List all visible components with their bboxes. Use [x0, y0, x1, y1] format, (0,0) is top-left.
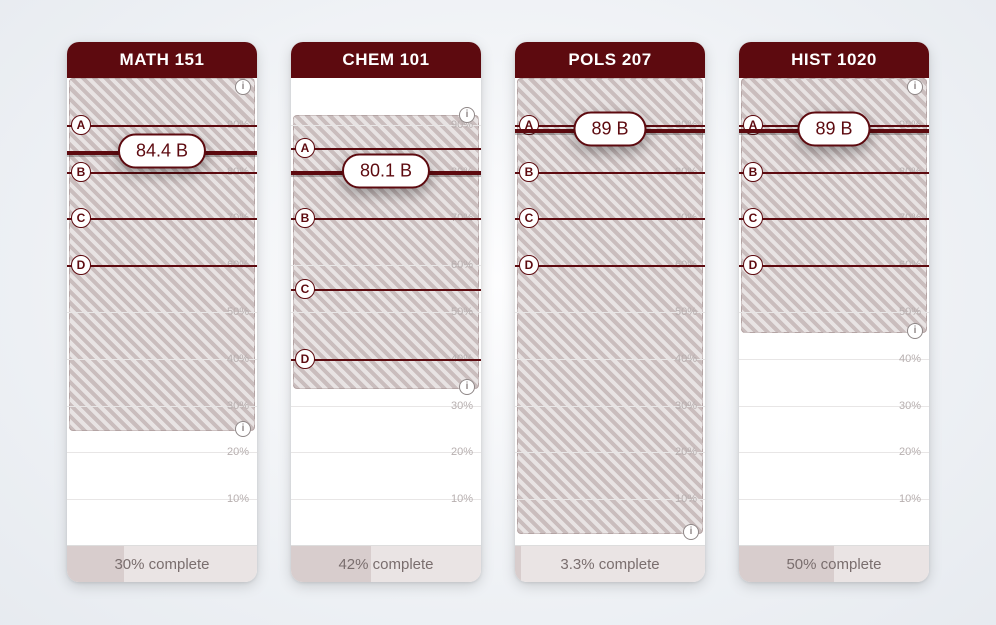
grade-cutoff-line: [515, 218, 705, 220]
grade-cutoff-badge[interactable]: C: [295, 279, 315, 299]
grade-scale: 90%80%70%60%50%40%30%20%10%ABCDii84.4 B: [67, 78, 257, 545]
grade-cutoff-badge[interactable]: D: [743, 255, 763, 275]
gridline-label: 40%: [899, 353, 921, 365]
gridline-label: 40%: [227, 353, 249, 365]
grade-cutoff-badge[interactable]: B: [743, 162, 763, 182]
course-title: CHEM 101: [291, 42, 481, 78]
gridline-label: 20%: [899, 446, 921, 458]
gridline-label: 20%: [451, 446, 473, 458]
grade-scale: 90%80%70%60%50%40%30%20%10%ABCDii80.1 B: [291, 78, 481, 545]
current-grade-pill[interactable]: 84.4 B: [118, 134, 206, 169]
possible-range-band: [69, 78, 255, 431]
grade-cutoff-badge[interactable]: D: [71, 255, 91, 275]
course-card[interactable]: CHEM 10190%80%70%60%50%40%30%20%10%ABCDi…: [291, 42, 481, 582]
grade-cutoff-badge[interactable]: D: [519, 255, 539, 275]
grade-cutoff-line: [739, 218, 929, 220]
grade-cutoff-line: [515, 265, 705, 267]
course-card[interactable]: POLS 20790%80%70%60%50%40%30%20%10%ABCDi…: [515, 42, 705, 582]
gridline-label: 40%: [675, 353, 697, 365]
grade-cutoff-line: [291, 289, 481, 291]
grade-cutoff-badge[interactable]: D: [295, 349, 315, 369]
gridline-label: 50%: [675, 306, 697, 318]
grade-cutoff-line: [291, 218, 481, 220]
gridline-label: 10%: [675, 493, 697, 505]
current-grade-pill[interactable]: 89 B: [797, 112, 870, 147]
gridline-label: 30%: [451, 400, 473, 412]
info-icon[interactable]: i: [235, 79, 251, 95]
grade-scale: 90%80%70%60%50%40%30%20%10%ABCDii89 B: [739, 78, 929, 545]
course-card[interactable]: MATH 15190%80%70%60%50%40%30%20%10%ABCDi…: [67, 42, 257, 582]
gridline-label: 30%: [675, 400, 697, 412]
course-cards-row: MATH 15190%80%70%60%50%40%30%20%10%ABCDi…: [0, 0, 996, 582]
gridline-label: 20%: [227, 446, 249, 458]
grade-cutoff-line: [291, 359, 481, 361]
grade-cutoff-badge[interactable]: C: [71, 208, 91, 228]
gridline-label: 50%: [451, 306, 473, 318]
grade-cutoff-badge[interactable]: C: [519, 208, 539, 228]
grade-scale: 90%80%70%60%50%40%30%20%10%ABCDi89 B: [515, 78, 705, 545]
grade-cutoff-line: [515, 172, 705, 174]
gridline-label: 10%: [899, 493, 921, 505]
completion-label: 42% complete: [291, 546, 481, 582]
current-grade-pill[interactable]: 89 B: [573, 112, 646, 147]
grade-cutoff-badge[interactable]: B: [295, 208, 315, 228]
course-title: MATH 151: [67, 42, 257, 78]
course-title: POLS 207: [515, 42, 705, 78]
completion-bar[interactable]: 42% complete: [291, 545, 481, 582]
gridline-label: 30%: [899, 400, 921, 412]
gridline-label: 50%: [899, 306, 921, 318]
grade-cutoff-line: [67, 218, 257, 220]
course-card[interactable]: HIST 102090%80%70%60%50%40%30%20%10%ABCD…: [739, 42, 929, 582]
completion-bar[interactable]: 50% complete: [739, 545, 929, 582]
gridline-label: 30%: [227, 400, 249, 412]
grade-cutoff-line: [739, 172, 929, 174]
grade-cutoff-line: [67, 265, 257, 267]
gridline-label: 10%: [451, 493, 473, 505]
info-icon[interactable]: i: [235, 421, 251, 437]
grade-cutoff-badge[interactable]: A: [71, 115, 91, 135]
completion-label: 3.3% complete: [515, 546, 705, 582]
course-title: HIST 1020: [739, 42, 929, 78]
info-icon[interactable]: i: [907, 323, 923, 339]
grade-cutoff-line: [67, 172, 257, 174]
gridline-label: 20%: [675, 446, 697, 458]
grade-cutoff-line: [291, 148, 481, 150]
grade-cutoff-badge[interactable]: C: [743, 208, 763, 228]
info-icon[interactable]: i: [683, 524, 699, 540]
gridline-label: 50%: [227, 306, 249, 318]
grade-cutoff-line: [739, 265, 929, 267]
grade-cutoff-badge[interactable]: B: [71, 162, 91, 182]
gridline-label: 10%: [227, 493, 249, 505]
current-grade-pill[interactable]: 80.1 B: [342, 154, 430, 189]
completion-label: 50% complete: [739, 546, 929, 582]
info-icon[interactable]: i: [459, 379, 475, 395]
completion-bar[interactable]: 3.3% complete: [515, 545, 705, 582]
gridline-label: 60%: [451, 259, 473, 271]
grade-cutoff-badge[interactable]: B: [519, 162, 539, 182]
completion-bar[interactable]: 30% complete: [67, 545, 257, 582]
info-icon[interactable]: i: [459, 107, 475, 123]
info-icon[interactable]: i: [907, 79, 923, 95]
grade-cutoff-badge[interactable]: A: [295, 138, 315, 158]
completion-label: 30% complete: [67, 546, 257, 582]
grade-cutoff-line: [67, 125, 257, 127]
